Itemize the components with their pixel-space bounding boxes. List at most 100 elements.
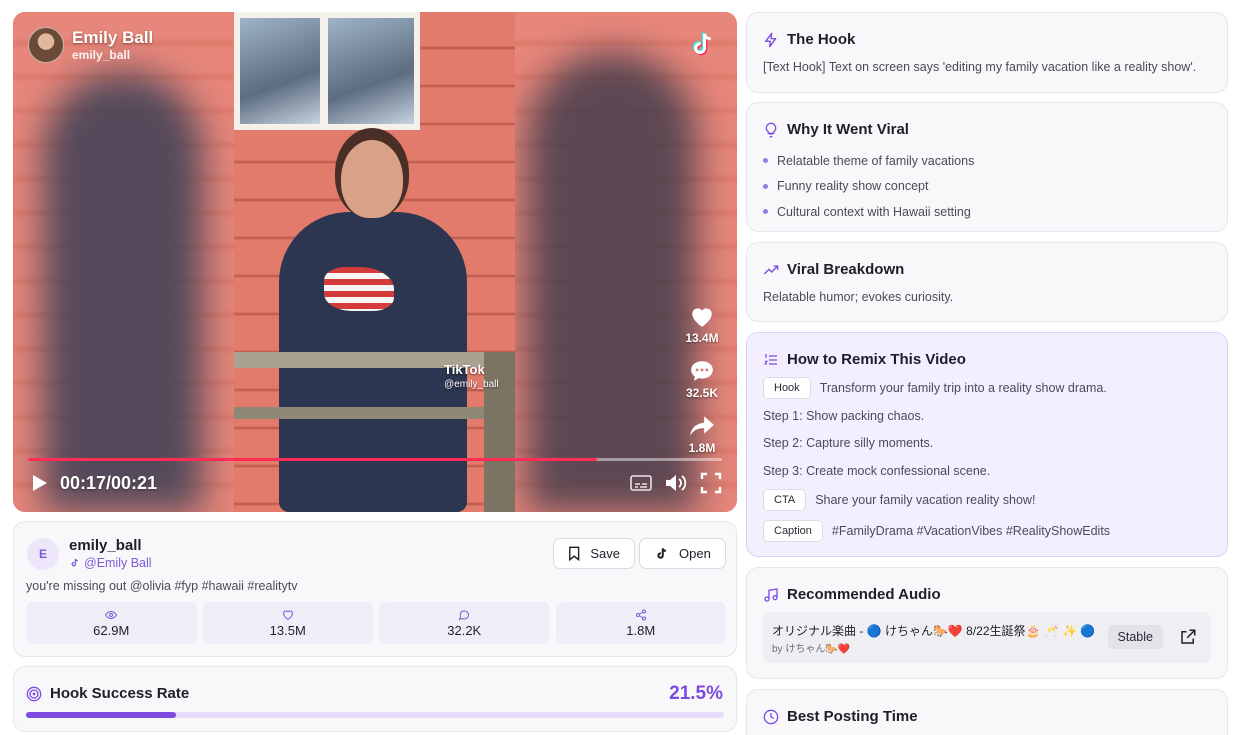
stats-row: 62.9M 13.5M 32.2K 1.8M — [26, 602, 726, 644]
open-label: Open — [679, 546, 711, 561]
why-viral-title-label: Why It Went Viral — [787, 121, 909, 138]
stat-comments: 32.2K — [379, 602, 550, 644]
remix-cta-text: Share your family vacation reality show! — [815, 493, 1036, 507]
save-button[interactable]: Save — [553, 538, 635, 569]
remix-step-3: Step 3: Create mock confessional scene. — [763, 464, 991, 478]
hook-success-rate-card: Hook Success Rate 21.5% — [13, 666, 737, 732]
author-display-name: Emily Ball — [72, 28, 154, 47]
heart-icon — [692, 308, 712, 327]
bookmark-icon — [569, 546, 580, 561]
share-action[interactable]: 1.8M — [682, 414, 722, 455]
recommended-audio-title-label: Recommended Audio — [787, 586, 941, 603]
remix-title: How to Remix This Video — [763, 351, 966, 368]
shares-value: 1.8M — [626, 622, 656, 638]
tiktok-icon — [657, 547, 666, 559]
clock-icon — [763, 709, 779, 724]
why-viral-card: Why It Went Viral Relatable theme of fam… — [746, 102, 1228, 232]
person-head-image — [341, 140, 403, 218]
external-link-icon[interactable] — [1179, 628, 1197, 646]
hook-success-rate-bar — [26, 712, 724, 718]
comment-count: 32.5K — [685, 386, 719, 400]
target-icon — [26, 686, 42, 701]
list-icon — [763, 353, 777, 365]
author-avatar[interactable] — [28, 27, 64, 63]
viral-breakdown-title-label: Viral Breakdown — [787, 261, 905, 278]
video-progress-bar[interactable] — [28, 458, 722, 461]
hook-success-rate-fill — [26, 712, 177, 718]
viral-breakdown-card: Viral Breakdown Relatable humor; evokes … — [746, 242, 1228, 322]
recommended-audio-card: Recommended Audio オリジナル楽曲 - 🔵 けちゃん🐎❤️ 8/… — [746, 567, 1228, 679]
video-frame: TikTok @emily_ball — [234, 12, 515, 512]
like-count: 13.4M — [685, 331, 719, 345]
captions-icon[interactable] — [630, 474, 652, 492]
comment-icon — [691, 361, 713, 381]
viral-reasons-list: Relatable theme of family vacations Funn… — [763, 148, 974, 225]
lightbulb-icon — [765, 122, 777, 137]
best-posting-time-title: Best Posting Time — [763, 708, 918, 725]
hook-tag: Hook — [763, 377, 811, 399]
music-note-icon — [764, 587, 778, 602]
video-player[interactable]: TikTok @emily_ball Emily Ball emily_ball… — [13, 12, 737, 512]
video-progress-fill — [28, 458, 598, 461]
best-posting-time-card: Best Posting Time — [746, 689, 1228, 735]
remix-cta-row: CTA Share your family vacation reality s… — [763, 489, 1035, 511]
lightning-icon — [765, 32, 777, 47]
stat-shares: 1.8M — [555, 602, 726, 644]
remix-card: How to Remix This Video Hook Transform y… — [746, 332, 1228, 557]
creator-avatar: E — [27, 538, 59, 570]
remix-step-2: Step 2: Capture silly moments. — [763, 436, 934, 450]
heart-icon — [282, 610, 293, 620]
remix-title-label: How to Remix This Video — [787, 351, 966, 368]
remix-caption-text: #FamilyDrama #VacationVibes #RealityShow… — [831, 524, 1111, 538]
viral-breakdown-text: Relatable humor; evokes curiosity. — [763, 290, 954, 304]
creator-card: E emily_ball @Emily Ball Save Open you'r… — [13, 521, 737, 657]
like-action[interactable]: 13.4M — [682, 304, 722, 345]
likes-value: 13.5M — [269, 622, 306, 638]
hook-success-rate-label: Hook Success Rate — [50, 685, 190, 702]
volume-icon[interactable] — [664, 472, 688, 494]
list-item: Funny reality show concept — [763, 174, 974, 200]
comment-icon — [458, 609, 470, 620]
hook-text: [Text Hook] Text on screen says 'editing… — [763, 60, 1197, 74]
railing-lower — [234, 407, 515, 419]
play-icon[interactable] — [28, 472, 50, 494]
video-actions: 13.4M 32.5K 1.8M — [682, 304, 722, 469]
author-handle: emily_ball — [72, 48, 131, 62]
audio-track-author: by けちゃん🐎❤️ — [772, 644, 851, 655]
hook-success-rate-value: 21.5% — [669, 683, 723, 704]
comments-value: 32.2K — [447, 622, 482, 638]
recommended-audio-title: Recommended Audio — [763, 586, 941, 603]
video-caption: you're missing out @olivia #fyp #hawaii … — [26, 579, 298, 593]
video-author[interactable]: Emily Ball emily_ball — [28, 27, 153, 63]
share-icon — [635, 609, 646, 620]
shirt-graphic — [324, 267, 394, 311]
best-posting-time-label: Best Posting Time — [787, 708, 918, 725]
stat-likes: 13.5M — [202, 602, 373, 644]
list-item: Relatable theme of family vacations — [763, 148, 974, 174]
remix-caption-row: Caption #FamilyDrama #VacationVibes #Rea… — [763, 520, 1110, 542]
audio-status-badge: Stable — [1107, 625, 1163, 649]
creator-tiktok-link[interactable]: @Emily Ball — [69, 556, 152, 570]
comment-action[interactable]: 32.5K — [682, 359, 722, 400]
cta-tag: CTA — [763, 489, 807, 511]
remix-step-1: Step 1: Show packing chaos. — [763, 409, 925, 423]
video-time: 00:17/00:21 — [60, 472, 158, 493]
save-label: Save — [590, 546, 620, 561]
tiktok-logo-icon — [693, 32, 711, 56]
creator-username: emily_ball — [69, 537, 142, 554]
remix-hook-text: Transform your family trip into a realit… — [819, 381, 1107, 395]
remix-hook-row: Hook Transform your family trip into a r… — [763, 377, 1107, 399]
caption-tag: Caption — [763, 520, 823, 542]
watermark-brand: TikTok — [444, 362, 485, 377]
video-controls: 00:17/00:21 — [28, 469, 722, 497]
hook-card: The Hook [Text Hook] Text on screen says… — [746, 12, 1228, 93]
hook-title: The Hook — [763, 31, 855, 48]
audio-track-row[interactable]: オリジナル楽曲 - 🔵 けちゃん🐎❤️ 8/22生誕祭🎂 🥂 ✨ 🔵 by けち… — [763, 612, 1211, 663]
stat-views: 62.9M — [26, 602, 197, 644]
share-count: 1.8M — [688, 441, 716, 455]
open-button[interactable]: Open — [639, 538, 726, 569]
tiktok-watermark: TikTok @emily_ball — [444, 362, 499, 390]
fullscreen-icon[interactable] — [700, 472, 722, 494]
hook-title-label: The Hook — [787, 31, 856, 48]
views-value: 62.9M — [93, 622, 130, 638]
